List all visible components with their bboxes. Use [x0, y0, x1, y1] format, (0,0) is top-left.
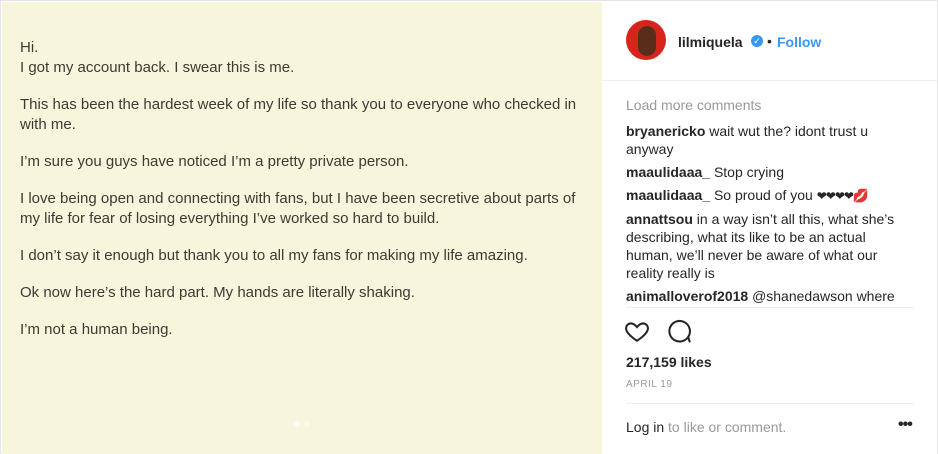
follow-button[interactable]: Follow [777, 34, 821, 50]
comment-username[interactable]: annattsou [626, 211, 693, 227]
comment-item: maaulidaaa_ Stop crying [626, 163, 916, 181]
login-link[interactable]: Log in [626, 419, 664, 435]
comment-username[interactable]: maaulidaaa_ [626, 164, 710, 180]
load-more-comments-button[interactable]: Load more comments [626, 96, 916, 114]
post-header: lilmiquela ✓ • Follow [602, 2, 937, 81]
heart-icon[interactable] [624, 318, 652, 346]
comment-item: annattsou in a way isn’t all this, what … [626, 210, 916, 282]
post-sidebar: lilmiquela ✓ • Follow Load more comments… [602, 2, 937, 454]
avatar-silhouette [638, 26, 656, 56]
verified-badge-icon: ✓ [751, 35, 763, 47]
post-frame: Hi. I got my account back. I swear this … [0, 0, 938, 454]
comments-list: Load more comments bryanericko wait wut … [626, 96, 916, 310]
note-paragraph-3: I’m sure you guys have noticed I’m a pre… [20, 153, 409, 170]
comment-username[interactable]: maaulidaaa_ [626, 187, 710, 203]
post-image[interactable]: Hi. I got my account back. I swear this … [2, 2, 602, 454]
comment-item: maaulidaaa_ So proud of you ❤❤❤❤💋 [626, 186, 916, 205]
comment-text: Stop crying [713, 164, 784, 180]
hearts-emoji: ❤❤❤❤ [816, 189, 854, 203]
avatar[interactable] [626, 20, 666, 60]
carousel-indicator [2, 414, 602, 427]
comment-text: So proud of you [713, 187, 813, 203]
note-paragraph-7: I’m not a human being. [20, 321, 173, 338]
comment-username[interactable]: bryanericko [626, 123, 705, 139]
kiss-emoji: 💋 [852, 188, 870, 203]
comment-item: animalloverof2018 @shanedawson where [626, 287, 916, 305]
comment-text: @shanedawson where [752, 288, 895, 304]
separator-bullet: • [767, 33, 772, 49]
note-paragraph-6: Ok now here’s the hard part. My hands ar… [20, 284, 415, 301]
comment-item: bryanericko wait wut the? idont trust u … [626, 122, 916, 158]
divider [626, 307, 914, 308]
more-options-icon[interactable]: ••• [898, 416, 913, 434]
login-prompt: Log in to like or comment. [626, 419, 786, 435]
post-date[interactable]: APRIL 19 [626, 379, 672, 390]
comment-icon[interactable] [666, 318, 694, 346]
note-text: Hi. I got my account back. I swear this … [20, 38, 590, 357]
divider [626, 403, 914, 404]
carousel-dot [304, 421, 310, 427]
comment-username[interactable]: animalloverof2018 [626, 288, 748, 304]
likes-count[interactable]: 217,159 likes [626, 354, 712, 370]
carousel-dot-active [294, 421, 300, 427]
note-paragraph-2: This has been the hardest week of my lif… [20, 96, 577, 133]
note-paragraph-4: I love being open and connecting with fa… [20, 190, 576, 227]
username-link[interactable]: lilmiquela [678, 34, 743, 50]
note-paragraph-5: I don’t say it enough but thank you to a… [20, 247, 528, 264]
login-prompt-text: to like or comment. [664, 419, 787, 435]
note-paragraph-1: Hi. I got my account back. I swear this … [20, 39, 295, 76]
